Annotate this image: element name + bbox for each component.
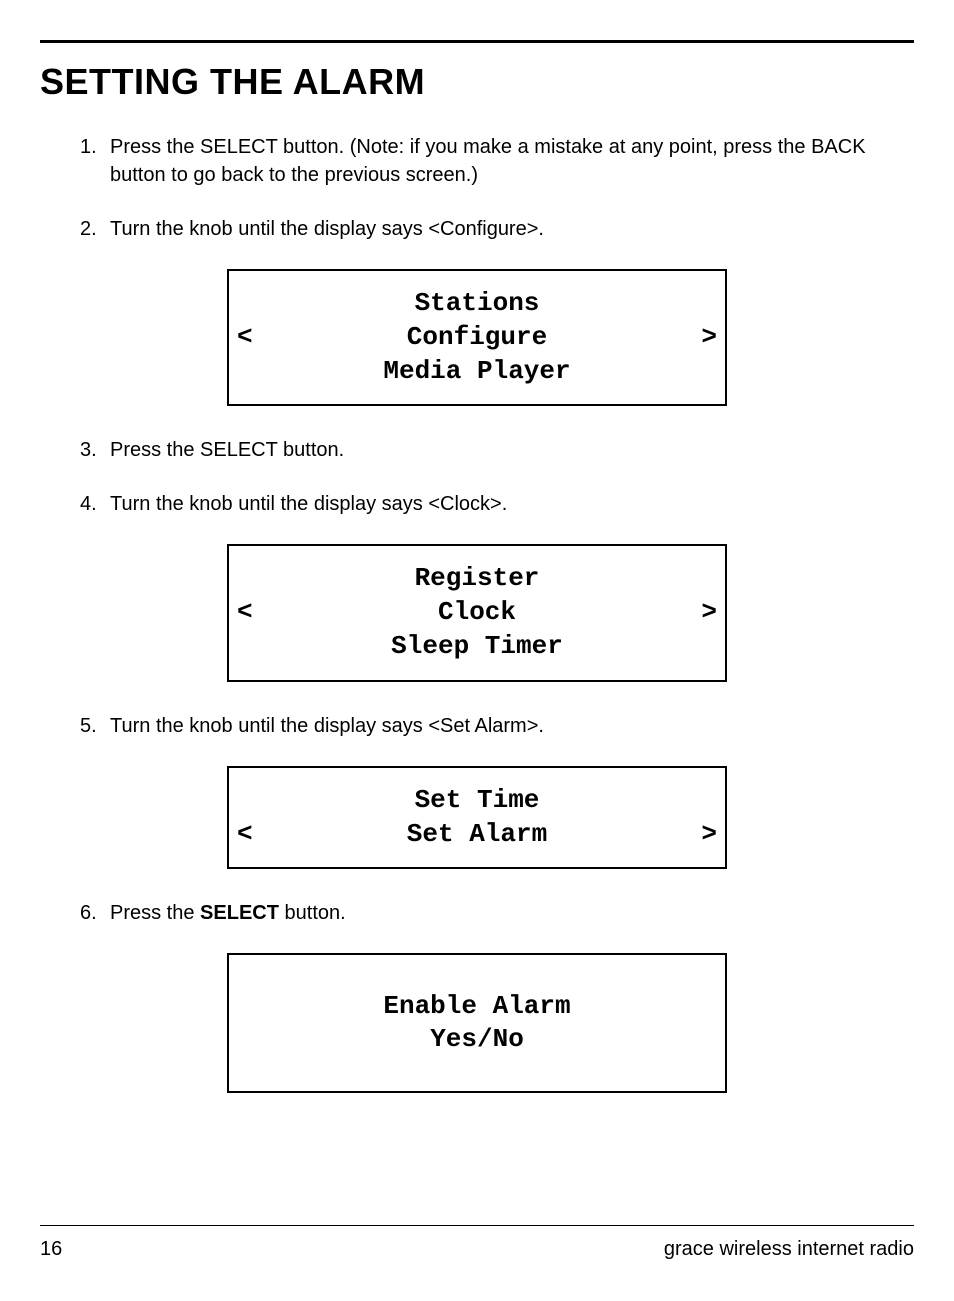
right-arrow-icon: > xyxy=(701,818,717,852)
top-rule xyxy=(40,40,914,43)
display-line: Set Time xyxy=(239,784,715,818)
step-text-prefix: Press the xyxy=(110,902,200,924)
instruction-list: 1. Press the SELECT button. (Note: if yo… xyxy=(40,133,914,243)
left-arrow-icon: < xyxy=(237,321,253,355)
product-name: grace wireless internet radio xyxy=(664,1238,914,1261)
page-title: SETTING THE ALARM xyxy=(40,61,914,103)
display-set-alarm: Set Time < Set Alarm > xyxy=(227,766,727,870)
step-5: 5. Turn the knob until the display says … xyxy=(80,712,914,740)
step-1: 1. Press the SELECT button. (Note: if yo… xyxy=(80,133,914,189)
display-clock: Register < Clock > Sleep Timer xyxy=(227,544,727,681)
step-number: 3. xyxy=(80,436,97,464)
step-text: Turn the knob until the display says <Se… xyxy=(110,715,544,737)
right-arrow-icon: > xyxy=(701,321,717,355)
instruction-list: 5. Turn the knob until the display says … xyxy=(40,712,914,740)
instruction-list: 6. Press the SELECT button. xyxy=(40,899,914,927)
display-line: Media Player xyxy=(239,355,715,389)
step-2: 2. Turn the knob until the display says … xyxy=(80,215,914,243)
step-6: 6. Press the SELECT button. xyxy=(80,899,914,927)
step-number: 1. xyxy=(80,133,97,161)
left-arrow-icon: < xyxy=(237,596,253,630)
display-line: Stations xyxy=(239,287,715,321)
display-line: Enable Alarm xyxy=(239,990,715,1024)
display-selected-row: < Set Alarm > xyxy=(239,818,715,852)
bottom-rule xyxy=(40,1225,914,1226)
display-line: Sleep Timer xyxy=(239,630,715,664)
right-arrow-icon: > xyxy=(701,596,717,630)
step-number: 2. xyxy=(80,215,97,243)
step-text: Turn the knob until the display says <Cl… xyxy=(110,493,507,515)
step-text: Press the SELECT button. xyxy=(110,439,344,461)
display-selected: Clock xyxy=(438,596,516,630)
instruction-list: 3. Press the SELECT button. 4. Turn the … xyxy=(40,436,914,518)
left-arrow-icon: < xyxy=(237,818,253,852)
display-selected-row: < Clock > xyxy=(239,596,715,630)
step-3: 3. Press the SELECT button. xyxy=(80,436,914,464)
display-configure: Stations < Configure > Media Player xyxy=(227,269,727,406)
footer-row: 16 grace wireless internet radio xyxy=(40,1238,914,1261)
display-selected-row: < Configure > xyxy=(239,321,715,355)
step-text: Press the SELECT button. (Note: if you m… xyxy=(110,136,866,186)
step-4: 4. Turn the knob until the display says … xyxy=(80,490,914,518)
display-enable-alarm: Enable Alarm Yes/No xyxy=(227,953,727,1093)
display-selected: Set Alarm xyxy=(407,818,547,852)
page-footer: 16 grace wireless internet radio xyxy=(40,1225,914,1261)
step-number: 6. xyxy=(80,899,97,927)
step-number: 4. xyxy=(80,490,97,518)
step-text: Turn the knob until the display says <Co… xyxy=(110,218,544,240)
page-number: 16 xyxy=(40,1238,62,1261)
display-selected: Configure xyxy=(407,321,547,355)
display-line: Register xyxy=(239,562,715,596)
display-line: Yes/No xyxy=(239,1023,715,1057)
step-text-bold: SELECT xyxy=(200,902,279,924)
step-number: 5. xyxy=(80,712,97,740)
step-text-suffix: button. xyxy=(279,902,346,924)
